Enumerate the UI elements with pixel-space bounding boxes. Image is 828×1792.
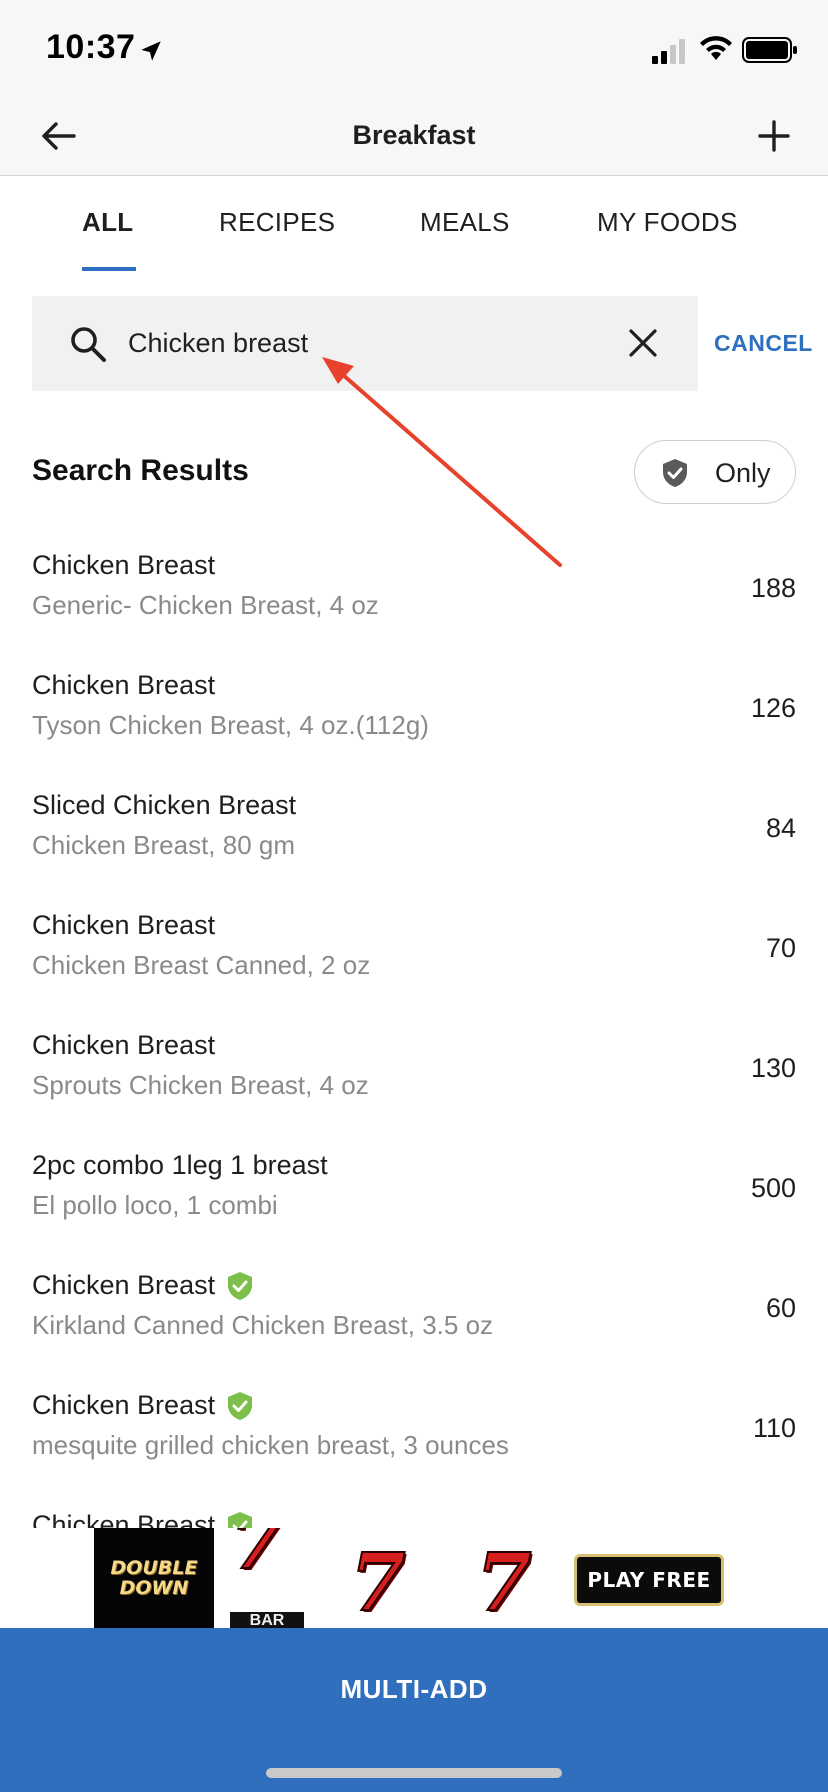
food-result-item[interactable]: Chicken Breast Generic- Chicken Breast, … bbox=[0, 528, 828, 648]
search-input[interactable] bbox=[128, 296, 628, 391]
food-result-item[interactable]: Chicken Breast bbox=[0, 1488, 828, 1528]
ad-bar-symbol: BAR bbox=[230, 1612, 304, 1628]
food-name: Chicken Breast bbox=[32, 1390, 255, 1421]
tab-recipes[interactable]: RECIPES bbox=[219, 207, 335, 238]
food-result-item[interactable]: Chicken Breast mesquite grilled chicken … bbox=[0, 1368, 828, 1488]
close-icon bbox=[629, 329, 657, 357]
food-calories: 130 bbox=[750, 1053, 796, 1083]
multi-add-label: MULTI-ADD bbox=[340, 1674, 488, 1704]
ad-seven-symbol: 7 bbox=[229, 1528, 287, 1587]
verified-only-filter-button[interactable]: Only bbox=[634, 440, 796, 504]
active-tab-indicator bbox=[82, 267, 136, 271]
clear-search-button[interactable] bbox=[622, 322, 664, 364]
food-description: Kirkland Canned Chicken Breast, 3.5 oz bbox=[32, 1310, 494, 1340]
food-description: Chicken Breast, 80 gm bbox=[32, 830, 296, 860]
add-button[interactable] bbox=[750, 112, 798, 160]
ad-play-free-button[interactable]: PLAY FREE bbox=[574, 1554, 724, 1606]
food-description: El pollo loco, 1 combi bbox=[32, 1190, 278, 1220]
food-description: mesquite grilled chicken breast, 3 ounce… bbox=[32, 1430, 509, 1460]
food-result-item[interactable]: Chicken Breast Sprouts Chicken Breast, 4… bbox=[0, 1008, 828, 1128]
wifi-icon bbox=[700, 36, 732, 60]
food-description: Chicken Breast Canned, 2 oz bbox=[32, 950, 371, 980]
food-result-item[interactable]: 2pc combo 1leg 1 breast El pollo loco, 1… bbox=[0, 1128, 828, 1248]
food-name: Chicken Breast bbox=[32, 670, 216, 700]
tab-meals[interactable]: MEALS bbox=[420, 207, 510, 238]
verified-check-icon bbox=[228, 1511, 253, 1528]
food-description: Generic- Chicken Breast, 4 oz bbox=[32, 590, 379, 620]
nav-header: Breakfast bbox=[0, 100, 828, 176]
ad-banner[interactable]: DOUBLE DOWN 7 BAR 7 7 PLAY FREE bbox=[94, 1528, 734, 1628]
multi-add-button[interactable]: MULTI-ADD bbox=[0, 1628, 828, 1792]
food-result-item[interactable]: Chicken Breast Kirkland Canned Chicken B… bbox=[0, 1248, 828, 1368]
tab-bar: ALL RECIPES MEALS MY FOODS bbox=[0, 177, 828, 273]
tab-my-foods[interactable]: MY FOODS bbox=[597, 207, 738, 238]
ad-seven-symbol: 7 bbox=[349, 1535, 407, 1628]
ad-seven-symbol: 7 bbox=[475, 1535, 533, 1628]
food-result-item[interactable]: Sliced Chicken Breast Chicken Breast, 80… bbox=[0, 768, 828, 888]
ad-logo: DOUBLE DOWN bbox=[94, 1528, 214, 1628]
food-calories: 110 bbox=[752, 1413, 796, 1443]
food-name: 2pc combo 1leg 1 breast bbox=[32, 1150, 328, 1180]
food-name: Chicken Breast bbox=[32, 1270, 255, 1301]
food-calories: 60 bbox=[765, 1293, 796, 1323]
food-name: Chicken Breast bbox=[32, 1030, 216, 1060]
food-calories: 84 bbox=[765, 813, 796, 843]
food-description: Tyson Chicken Breast, 4 oz.(112g) bbox=[32, 710, 429, 740]
food-calories: 500 bbox=[750, 1173, 796, 1203]
cancel-button[interactable]: CANCEL bbox=[714, 330, 813, 357]
tab-all[interactable]: ALL bbox=[82, 207, 133, 238]
search-icon bbox=[71, 327, 106, 362]
verified-check-icon bbox=[228, 1271, 253, 1300]
food-name: Sliced Chicken Breast bbox=[32, 790, 297, 820]
food-calories: 126 bbox=[750, 693, 796, 723]
food-description: Sprouts Chicken Breast, 4 oz bbox=[32, 1070, 369, 1100]
status-time: 10:37 bbox=[46, 28, 136, 66]
home-indicator bbox=[266, 1768, 562, 1778]
search-results-list: Chicken Breast Generic- Chicken Breast, … bbox=[0, 528, 828, 1528]
verified-filter-label: Only bbox=[715, 458, 771, 488]
food-name: Chicken Breast bbox=[32, 550, 216, 580]
battery-icon bbox=[742, 37, 797, 63]
food-calories: 188 bbox=[750, 573, 796, 603]
food-name: Chicken Breast bbox=[32, 910, 216, 940]
cellular-signal-icon bbox=[652, 39, 685, 64]
plus-icon bbox=[758, 120, 790, 152]
food-result-item[interactable]: Chicken Breast Chicken Breast Canned, 2 … bbox=[0, 888, 828, 1008]
search-results-heading: Search Results bbox=[32, 454, 249, 487]
verified-check-icon bbox=[228, 1391, 253, 1420]
food-result-item[interactable]: Chicken Breast Tyson Chicken Breast, 4 o… bbox=[0, 648, 828, 768]
food-name: Chicken Breast bbox=[32, 1510, 255, 1528]
shield-check-icon bbox=[663, 459, 687, 487]
location-arrow-icon bbox=[141, 41, 161, 61]
page-title: Breakfast bbox=[352, 120, 476, 150]
search-bar bbox=[32, 296, 698, 391]
status-bar: 10:37 bbox=[0, 0, 828, 100]
food-calories: 70 bbox=[765, 933, 796, 963]
